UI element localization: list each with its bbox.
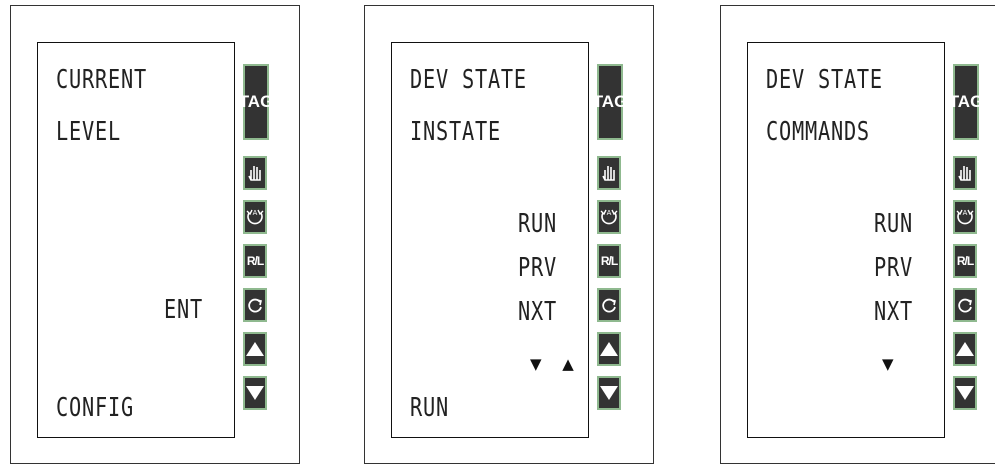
hand-icon xyxy=(248,166,261,181)
rl-button[interactable]: R/L xyxy=(243,244,267,278)
svg-text:A: A xyxy=(253,210,258,217)
hand-icon xyxy=(958,166,971,181)
lcd-screen-2: DEV STATE INSTATE RUN PRV NXT ▼ ▲ RUN xyxy=(391,42,589,438)
down-button[interactable] xyxy=(597,376,621,410)
soft-key-label-run[interactable]: RUN xyxy=(518,211,557,237)
down-button[interactable] xyxy=(953,376,977,410)
device-panel-1: CURRENT LEVEL ENT CONFIG TAG A R/L xyxy=(10,5,300,464)
auto-button[interactable]: A xyxy=(597,200,621,234)
svg-text:A: A xyxy=(607,210,612,217)
refresh-icon xyxy=(248,298,262,313)
down-button[interactable] xyxy=(243,376,267,410)
tag-button[interactable]: TAG xyxy=(949,64,983,140)
scroll-arrows-indicator: ▼ ▲ xyxy=(530,355,582,373)
scroll-arrows-indicator: ▼ xyxy=(882,355,902,373)
hand-button[interactable] xyxy=(243,156,267,190)
hand-icon xyxy=(602,166,615,181)
device-panel-2: DEV STATE INSTATE RUN PRV NXT ▼ ▲ RUN TA… xyxy=(364,5,654,464)
down-arrow-icon xyxy=(600,386,618,400)
soft-key-label-ent[interactable]: ENT xyxy=(164,297,203,323)
lcd-line-1: CURRENT xyxy=(56,65,147,95)
tag-button[interactable]: TAG xyxy=(593,64,627,140)
lcd-line-2: LEVEL xyxy=(56,117,121,147)
rl-button[interactable]: R/L xyxy=(953,244,977,278)
up-button[interactable] xyxy=(597,332,621,366)
up-button[interactable] xyxy=(243,332,267,366)
auto-button[interactable]: A xyxy=(243,200,267,234)
auto-button[interactable]: A xyxy=(953,200,977,234)
lcd-screen-3: DEV STATE COMMANDS RUN PRV NXT ▼ xyxy=(747,42,945,438)
lcd-line-2: INSTATE xyxy=(410,117,501,147)
soft-key-label-nxt[interactable]: NXT xyxy=(874,299,913,325)
lcd-line-2: COMMANDS xyxy=(766,117,870,147)
auto-cycle-icon: A xyxy=(246,209,264,225)
tag-button[interactable]: TAG xyxy=(239,64,273,140)
up-button[interactable] xyxy=(953,332,977,366)
lcd-bottom-label: CONFIG xyxy=(56,393,134,423)
refresh-button[interactable] xyxy=(243,288,267,322)
refresh-button[interactable] xyxy=(953,288,977,322)
up-arrow-icon xyxy=(600,342,618,356)
refresh-button[interactable] xyxy=(597,288,621,322)
soft-key-label-run[interactable]: RUN xyxy=(874,211,913,237)
lcd-bottom-label: RUN xyxy=(410,393,449,423)
refresh-icon xyxy=(602,298,616,313)
device-panel-3: DEV STATE COMMANDS RUN PRV NXT ▼ TAG A R… xyxy=(720,5,995,464)
soft-key-label-prv[interactable]: PRV xyxy=(518,255,557,281)
soft-key-label-prv[interactable]: PRV xyxy=(874,255,913,281)
hand-button[interactable] xyxy=(597,156,621,190)
down-arrow-icon xyxy=(956,386,974,400)
down-arrow-icon xyxy=(246,386,264,400)
hand-button[interactable] xyxy=(953,156,977,190)
auto-cycle-icon: A xyxy=(600,209,618,225)
rl-button[interactable]: R/L xyxy=(597,244,621,278)
refresh-icon xyxy=(958,298,972,313)
lcd-line-1: DEV STATE xyxy=(410,65,527,95)
up-arrow-icon xyxy=(956,342,974,356)
lcd-screen-1: CURRENT LEVEL ENT CONFIG xyxy=(37,42,235,438)
up-arrow-icon xyxy=(246,342,264,356)
soft-key-label-nxt[interactable]: NXT xyxy=(518,299,557,325)
svg-text:A: A xyxy=(963,210,968,217)
lcd-line-1: DEV STATE xyxy=(766,65,883,95)
auto-cycle-icon: A xyxy=(956,209,974,225)
